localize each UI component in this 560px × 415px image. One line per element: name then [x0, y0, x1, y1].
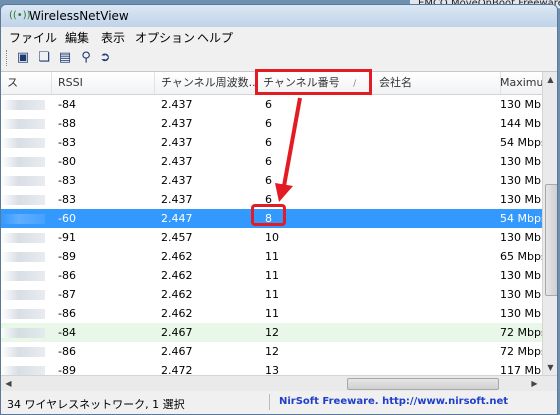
arrow-shaft: [282, 97, 302, 187]
arrow-head: [275, 183, 293, 202]
annotation-arrow: [275, 97, 302, 202]
